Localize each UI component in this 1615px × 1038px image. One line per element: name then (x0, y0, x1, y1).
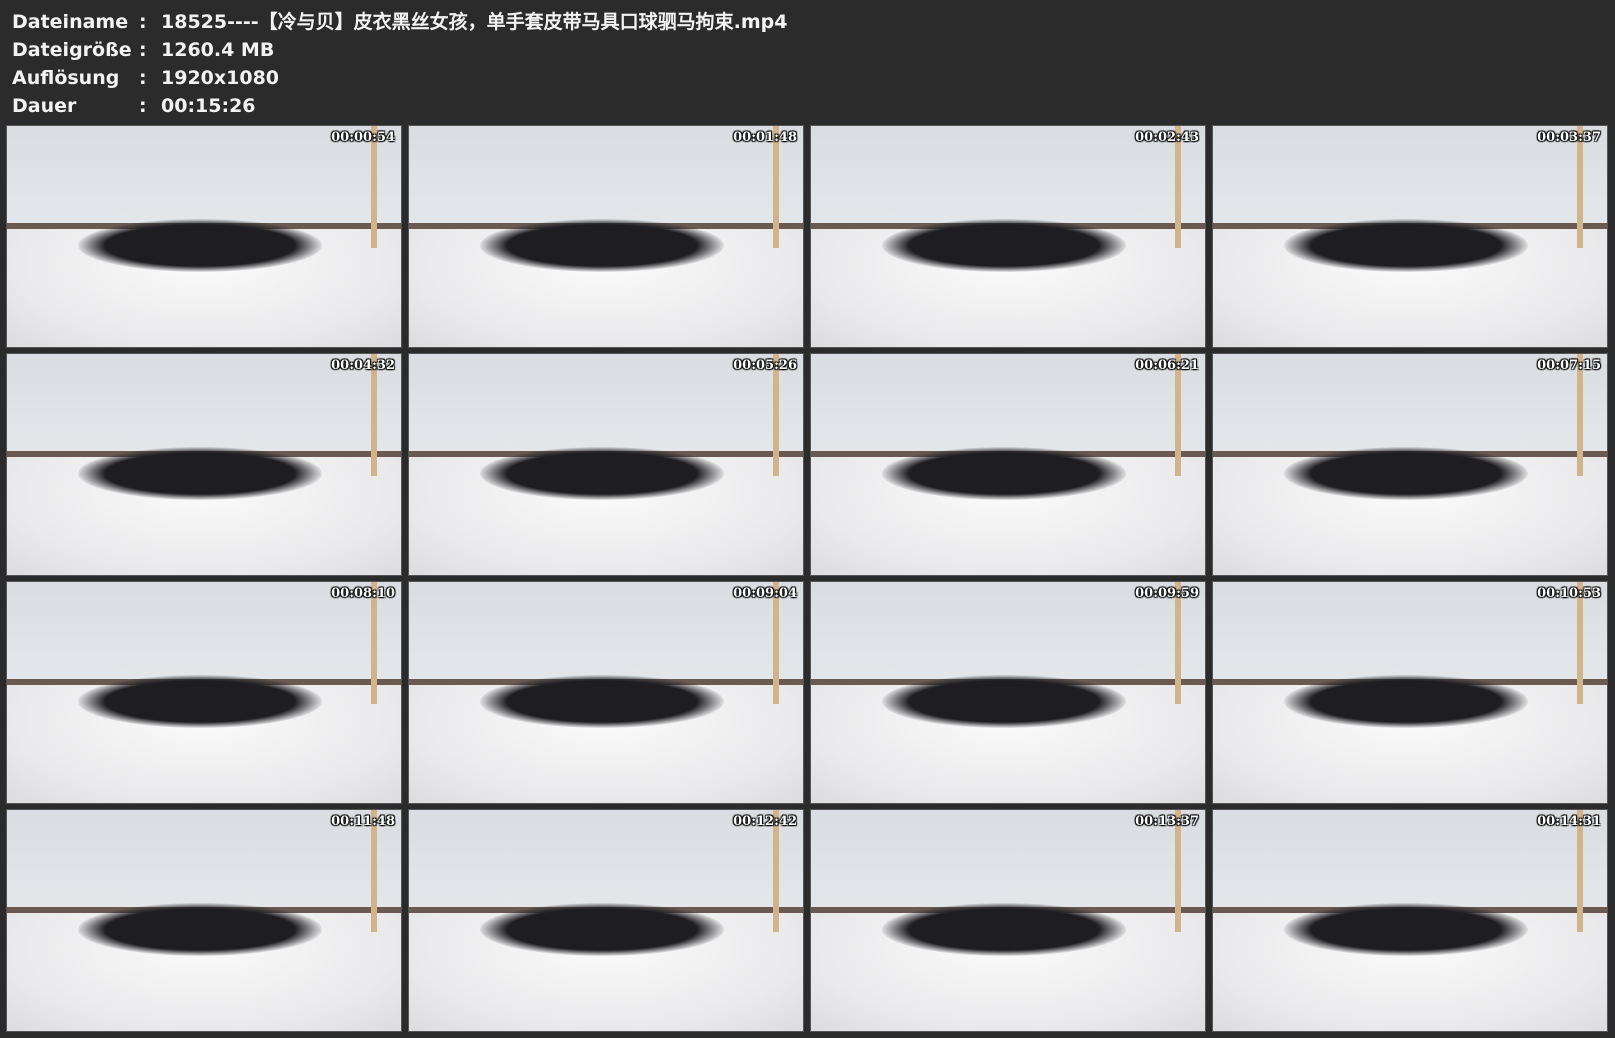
duration-value: 00:15:26 (161, 95, 256, 117)
info-row-duration: Dauer : 00:15:26 (12, 92, 787, 120)
video-thumbnail: 00:12:42 (408, 809, 804, 1032)
video-thumbnail: 00:07:15 (1212, 353, 1608, 576)
thumbnail-figure (77, 902, 323, 956)
thumbnail-timestamp: 00:03:37 (1537, 130, 1601, 145)
filename-colon: : (139, 11, 147, 33)
thumbnail-figure (77, 446, 323, 500)
thumbnail-figure (479, 218, 725, 272)
video-thumbnail: 00:09:04 (408, 581, 804, 804)
thumbnail-timestamp: 00:04:32 (331, 358, 395, 373)
thumbnail-figure (479, 902, 725, 956)
thumbnail-timestamp: 00:12:42 (733, 814, 797, 829)
video-thumbnail: 00:05:26 (408, 353, 804, 576)
thumbnail-figure (479, 446, 725, 500)
duration-label: Dauer (12, 95, 77, 117)
info-row-filesize: Dateigröße : 1260.4 MB (12, 36, 787, 64)
video-thumbnail: 00:06:21 (810, 353, 1206, 576)
info-row-filename: Dateiname : 18525----【冷与贝】皮衣黑丝女孩，单手套皮带马具… (12, 8, 787, 36)
filename-label: Dateiname (12, 11, 129, 33)
video-thumbnail: 00:02:43 (810, 125, 1206, 348)
video-thumbnail: 00:10:53 (1212, 581, 1608, 804)
resolution-colon: : (139, 67, 147, 89)
thumbnail-timestamp: 00:10:53 (1537, 586, 1601, 601)
filesize-label: Dateigröße (12, 39, 132, 61)
thumbnail-figure (1283, 218, 1529, 272)
thumbnail-timestamp: 00:09:59 (1135, 586, 1199, 601)
thumbnail-timestamp: 00:07:15 (1537, 358, 1601, 373)
thumbnail-figure (77, 218, 323, 272)
video-thumbnail: 00:04:32 (6, 353, 402, 576)
thumbnail-timestamp: 00:11:48 (331, 814, 395, 829)
video-thumbnail: 00:01:48 (408, 125, 804, 348)
video-thumbnail: 00:14:31 (1212, 809, 1608, 1032)
thumbnail-figure (479, 674, 725, 728)
thumbnail-figure (1283, 902, 1529, 956)
video-thumbnail: 00:00:54 (6, 125, 402, 348)
filesize-colon: : (139, 39, 147, 61)
thumbnail-figure (1283, 446, 1529, 500)
video-thumbnail: 00:03:37 (1212, 125, 1608, 348)
thumbnail-figure (881, 674, 1127, 728)
thumbnail-timestamp: 00:09:04 (733, 586, 797, 601)
video-thumbnail: 00:11:48 (6, 809, 402, 1032)
thumbnail-figure (881, 218, 1127, 272)
filesize-value: 1260.4 MB (161, 39, 275, 61)
thumbnail-timestamp: 00:01:48 (733, 130, 797, 145)
file-info-panel: Dateiname : 18525----【冷与贝】皮衣黑丝女孩，单手套皮带马具… (12, 8, 787, 120)
filename-value: 18525----【冷与贝】皮衣黑丝女孩，单手套皮带马具口球驷马拘束.mp4 (161, 11, 788, 33)
thumbnail-figure (77, 674, 323, 728)
thumbnail-figure (881, 902, 1127, 956)
thumbnail-timestamp: 00:06:21 (1135, 358, 1199, 373)
duration-colon: : (139, 95, 147, 117)
thumbnail-figure (1283, 674, 1529, 728)
video-thumbnail: 00:09:59 (810, 581, 1206, 804)
resolution-value: 1920x1080 (161, 67, 280, 89)
video-thumbnail: 00:13:37 (810, 809, 1206, 1032)
info-row-resolution: Auflösung : 1920x1080 (12, 64, 787, 92)
thumbnail-grid: 00:00:54 00:01:48 00:02:43 00:03:37 00:04:32… (6, 125, 1611, 1034)
thumbnail-timestamp: 00:08:10 (331, 586, 395, 601)
thumbnail-timestamp: 00:05:26 (733, 358, 797, 373)
thumbnail-timestamp: 00:02:43 (1135, 130, 1199, 145)
thumbnail-timestamp: 00:00:54 (331, 130, 395, 145)
thumbnail-timestamp: 00:14:31 (1537, 814, 1601, 829)
resolution-label: Auflösung (12, 67, 120, 89)
thumbnail-timestamp: 00:13:37 (1135, 814, 1199, 829)
thumbnail-figure (881, 446, 1127, 500)
video-thumbnail: 00:08:10 (6, 581, 402, 804)
